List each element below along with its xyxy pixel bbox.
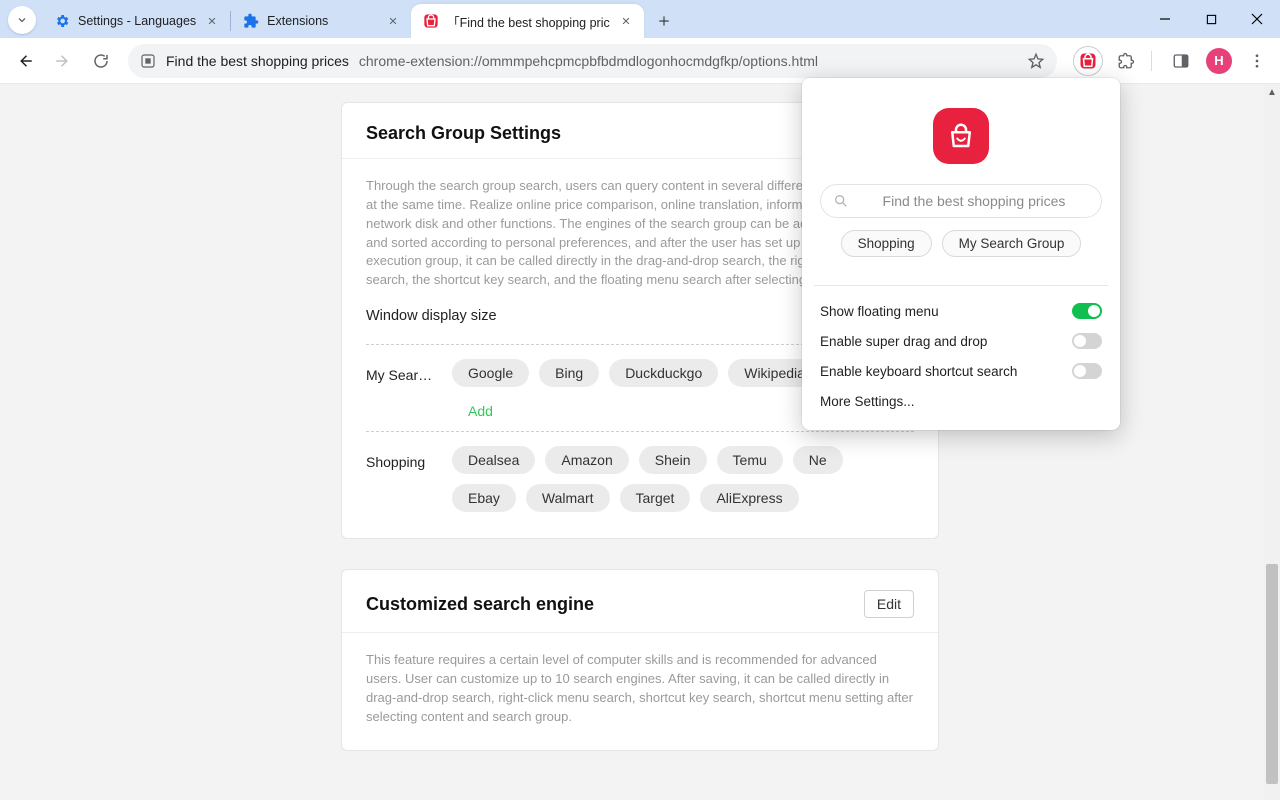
omnibox-title-chip: Find the best shopping prices <box>166 53 349 69</box>
panel-title: Customized search engine <box>366 594 594 615</box>
scrollbar[interactable]: ▲ <box>1264 84 1280 800</box>
close-icon[interactable] <box>385 13 401 29</box>
chevron-down-icon <box>16 14 28 26</box>
popup-setting-row: Enable keyboard shortcut search <box>820 356 1102 386</box>
popup-setting-row: Show floating menu <box>820 296 1102 326</box>
tab-shopping-prices[interactable]: 「Find the best shopping pric <box>411 4 644 38</box>
popup-search-input[interactable] <box>859 193 1089 209</box>
customized-search-engine-panel: Customized search engine Edit This featu… <box>341 569 939 751</box>
tab-extensions[interactable]: Extensions <box>231 4 411 38</box>
engine-chip[interactable]: Ebay <box>452 484 516 512</box>
back-button[interactable] <box>8 44 42 78</box>
toggle-keyboard-shortcut[interactable] <box>1072 363 1102 379</box>
omnibox[interactable]: Find the best shopping prices chrome-ext… <box>128 44 1057 78</box>
shopping-bag-icon <box>1079 52 1097 70</box>
avatar-initial: H <box>1206 48 1232 74</box>
tab-strip: Settings - Languages Extensions 「Find th… <box>0 0 1280 38</box>
toggle-super-drag-drop[interactable] <box>1072 333 1102 349</box>
side-panel-icon <box>1172 52 1190 70</box>
minimize-button[interactable] <box>1142 0 1188 38</box>
engine-chip[interactable]: Walmart <box>526 484 610 512</box>
window-controls <box>1142 0 1280 38</box>
extension-chip-icon <box>140 53 156 69</box>
group-label: Shopping <box>366 446 438 470</box>
puzzle-icon <box>1117 52 1135 70</box>
extension-popup: Shopping My Search Group Show floating m… <box>802 78 1120 430</box>
scrollbar-thumb[interactable] <box>1266 564 1278 784</box>
tab-title: Settings - Languages <box>78 14 196 28</box>
popup-search-box[interactable] <box>820 184 1102 218</box>
shopping-bag-icon <box>423 13 439 29</box>
plus-icon <box>657 14 671 28</box>
group-row-shopping: Shopping Dealsea Amazon Shein Temu Ne Eb… <box>366 446 914 512</box>
profile-avatar[interactable]: H <box>1204 46 1234 76</box>
puzzle-icon <box>243 13 259 29</box>
popup-setting-row: Enable super drag and drop <box>820 326 1102 356</box>
engine-chip[interactable]: Duckduckgo <box>609 359 718 387</box>
engine-chip[interactable]: Temu <box>717 446 783 474</box>
tab-title: Extensions <box>267 14 377 28</box>
engine-chip[interactable]: Amazon <box>545 446 628 474</box>
close-icon[interactable] <box>204 13 220 29</box>
engine-chip[interactable]: Google <box>452 359 529 387</box>
tab-settings-languages[interactable]: Settings - Languages <box>42 4 230 38</box>
engine-chip[interactable]: Dealsea <box>452 446 535 474</box>
reload-button[interactable] <box>84 44 118 78</box>
extension-logo <box>933 108 989 164</box>
settings-gear-icon <box>54 13 70 29</box>
toggle-show-floating-menu[interactable] <box>1072 303 1102 319</box>
popup-chip-my-search-group[interactable]: My Search Group <box>942 230 1082 257</box>
panel-description: This feature requires a certain level of… <box>366 651 914 726</box>
arrow-right-icon <box>54 52 72 70</box>
forward-button[interactable] <box>46 44 80 78</box>
pinned-extension-button[interactable] <box>1073 46 1103 76</box>
bookmark-star-icon[interactable] <box>1027 52 1045 70</box>
engine-chip[interactable]: Ne <box>793 446 843 474</box>
panel-title: Search Group Settings <box>366 123 561 144</box>
new-tab-button[interactable] <box>650 7 678 35</box>
group-label: My Searc… <box>366 359 438 383</box>
engine-chip[interactable]: Bing <box>539 359 599 387</box>
kebab-menu-button[interactable] <box>1242 46 1272 76</box>
add-engine-button[interactable]: Add <box>452 397 509 425</box>
shopping-bag-icon <box>946 121 976 151</box>
dots-vertical-icon <box>1248 52 1266 70</box>
omnibox-url: chrome-extension://ommmpehcpmcpbfbdmdlog… <box>359 53 818 69</box>
popup-chip-shopping[interactable]: Shopping <box>841 230 932 257</box>
tab-title: 「Find the best shopping pric <box>447 12 610 31</box>
more-settings-label: More Settings... <box>820 394 915 409</box>
maximize-button[interactable] <box>1188 0 1234 38</box>
setting-label: Enable keyboard shortcut search <box>820 364 1017 379</box>
side-panel-button[interactable] <box>1166 46 1196 76</box>
reload-icon <box>92 52 110 70</box>
setting-label: Enable super drag and drop <box>820 334 987 349</box>
search-icon <box>833 193 849 209</box>
close-icon[interactable] <box>618 13 634 29</box>
toolbar-divider <box>1151 51 1152 71</box>
extensions-button[interactable] <box>1111 46 1141 76</box>
tab-search-button[interactable] <box>8 6 36 34</box>
engine-chip[interactable]: Shein <box>639 446 707 474</box>
more-settings-link[interactable]: More Settings... <box>820 386 1102 416</box>
setting-label: Show floating menu <box>820 304 939 319</box>
window-close-button[interactable] <box>1234 0 1280 38</box>
edit-button[interactable]: Edit <box>864 590 914 618</box>
scroll-up-icon[interactable]: ▲ <box>1264 84 1280 100</box>
engine-chip[interactable]: Target <box>620 484 691 512</box>
dotted-separator <box>366 431 914 432</box>
engine-chip[interactable]: AliExpress <box>700 484 798 512</box>
arrow-left-icon <box>16 52 34 70</box>
